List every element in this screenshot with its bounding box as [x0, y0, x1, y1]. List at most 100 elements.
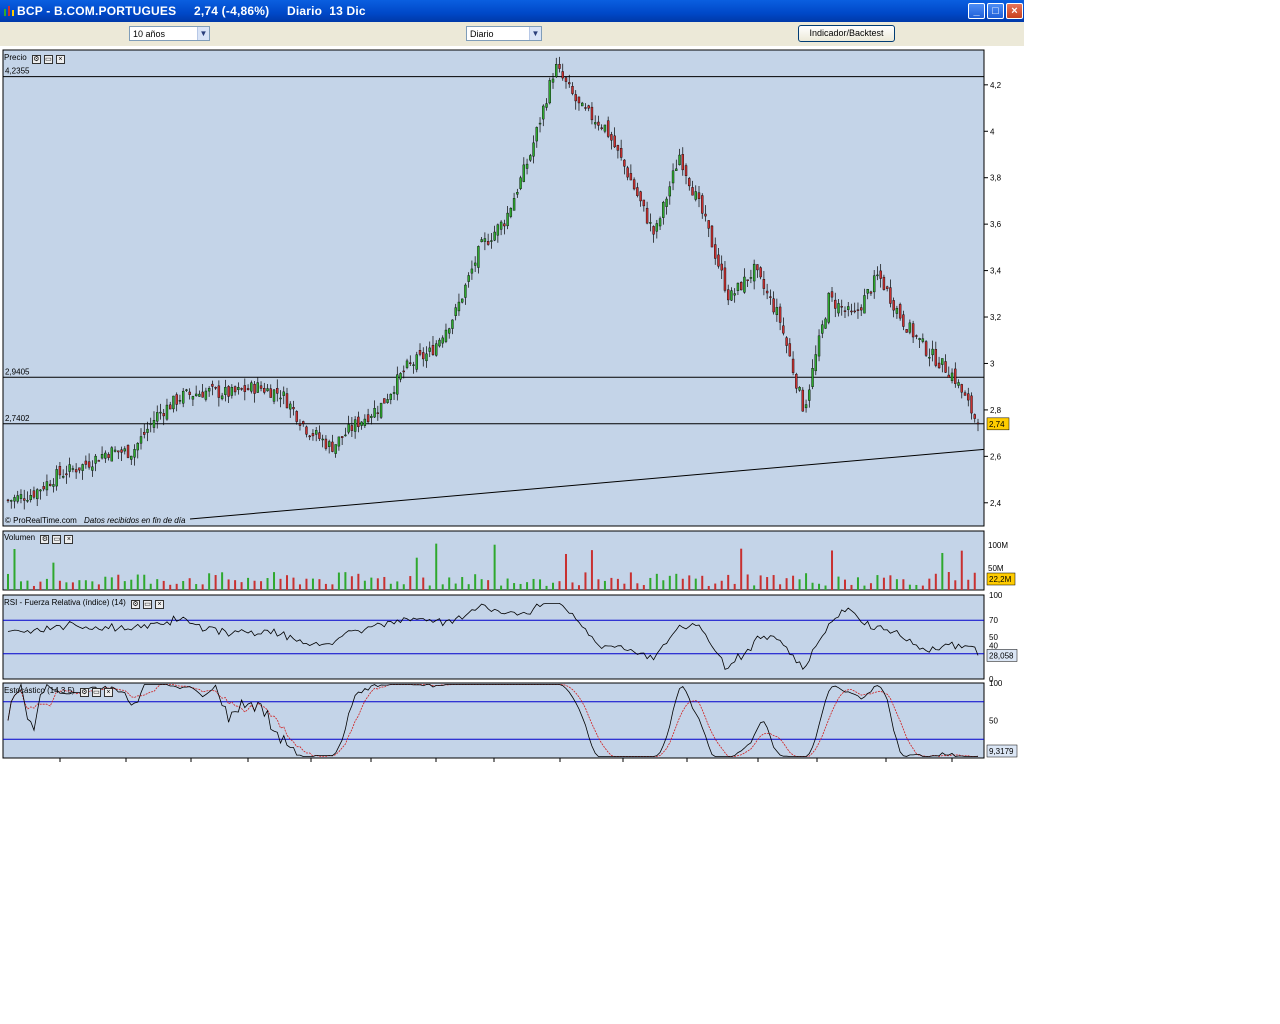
volume-bar [746, 574, 749, 590]
close-button[interactable]: × [1006, 3, 1023, 19]
candle-body [947, 374, 951, 378]
volume-bar [701, 575, 704, 590]
chevron-down-icon[interactable]: ▼ [197, 27, 209, 40]
y-tick-label: 4,2 [990, 81, 1002, 90]
candle-body [506, 212, 509, 227]
window-icon[interactable]: ▭ [91, 688, 101, 697]
volume-bar [19, 581, 22, 590]
volume-bar [967, 579, 970, 590]
candle-body [814, 354, 817, 372]
volume-bar [26, 580, 29, 590]
maximize-button[interactable]: □ [987, 3, 1004, 19]
candle-body [480, 239, 483, 243]
candle-body [963, 392, 967, 396]
candle-body [561, 71, 564, 79]
candle-body [120, 449, 123, 453]
candle-body [503, 223, 506, 227]
volume-bar [895, 579, 898, 590]
candle-body [931, 348, 934, 356]
chevron-down-icon[interactable]: ▼ [529, 27, 541, 40]
candle-body [658, 218, 662, 227]
candle-body [898, 304, 902, 319]
candle-body [409, 362, 412, 364]
candle-body [246, 388, 250, 391]
candle-body [843, 310, 847, 312]
close-panel-icon[interactable]: × [55, 55, 65, 64]
candle-body [623, 159, 626, 167]
x-tick-label: Mar [364, 765, 378, 766]
volume-bar [45, 578, 48, 590]
volume-bar [422, 577, 425, 590]
price-panel-header: Precio ⚙ ▭ × [4, 52, 65, 64]
candle-body [756, 264, 759, 271]
candle-body [344, 434, 347, 437]
candle-body [87, 461, 91, 468]
volume-bar [298, 584, 301, 590]
candle-body [769, 296, 772, 298]
stoch-panel-title: Estocástico (14 3 5) [4, 686, 75, 695]
candle-body [542, 105, 545, 120]
volume-bar [526, 582, 529, 590]
candle-body [441, 337, 444, 344]
chart-canvas[interactable]: 4,2355 2,9405 2,7402 4,2 4 3,8 3,6 3,4 3,2 3 2,8 2,… [0, 46, 1024, 766]
volume-bar [357, 573, 360, 590]
rsi-panel-header: RSI - Fuerza Relativa (índice) (14) ⚙ ▭ × [4, 597, 165, 609]
window-icon[interactable]: ▭ [143, 600, 153, 609]
close-panel-icon[interactable]: × [64, 535, 74, 544]
wrench-icon[interactable]: ⚙ [31, 55, 41, 64]
candle-body [269, 388, 272, 398]
volume-bar [337, 572, 340, 590]
period-select[interactable]: 10 años ▼ [129, 26, 210, 41]
close-panel-icon[interactable]: × [155, 600, 165, 609]
candle-body [94, 455, 97, 464]
wrench-icon[interactable]: ⚙ [131, 600, 141, 609]
candle-body [110, 447, 114, 462]
volume-bar [733, 583, 736, 590]
candle-body [159, 411, 162, 414]
close-panel-icon[interactable]: × [103, 688, 113, 697]
window-icon[interactable]: ▭ [43, 55, 53, 64]
candle-body [78, 467, 81, 471]
candle-body [282, 391, 285, 396]
candle-body [772, 298, 775, 313]
candle-body [139, 436, 143, 444]
volume-bar [792, 575, 795, 590]
volume-bar [110, 577, 113, 590]
volume-bar [104, 576, 107, 590]
candle-body [752, 263, 756, 282]
volume-bar [720, 580, 723, 590]
volume-bar [480, 579, 483, 590]
candle-body [610, 134, 613, 141]
candle-body [697, 192, 701, 199]
volume-bar [532, 578, 535, 590]
candle-body [220, 395, 224, 400]
window-icon[interactable]: ▭ [52, 535, 62, 544]
candle-body [35, 489, 39, 500]
volume-bar [409, 576, 412, 590]
candle-body [486, 241, 490, 245]
candle-body [577, 96, 581, 104]
volume-bar [513, 583, 516, 590]
window-title-bar[interactable]: BCP - B.COM.PORTUGUES 2,74 (-4,86%) Diar… [0, 0, 1024, 22]
candle-body [590, 106, 594, 121]
candle-body [795, 373, 798, 389]
candle-body [337, 436, 341, 447]
minimize-button[interactable]: _ [968, 3, 985, 19]
candle-body [775, 307, 779, 316]
candle-body [327, 441, 331, 447]
candle-body [730, 290, 733, 301]
wrench-icon[interactable]: ⚙ [79, 688, 89, 697]
candle-body [292, 407, 295, 410]
candle-body [629, 173, 633, 181]
price-panel [2, 49, 985, 527]
volume-panel-title: Volumen [4, 533, 36, 542]
volume-bar [428, 585, 431, 590]
interval-select[interactable]: Diario ▼ [466, 26, 542, 41]
volume-bar [415, 557, 418, 590]
volume-bar [461, 577, 464, 590]
indicator-backtest-button[interactable]: Indicador/Backtest [798, 25, 895, 42]
wrench-icon[interactable]: ⚙ [40, 535, 50, 544]
candle-body [950, 372, 954, 382]
candle-body [438, 339, 441, 347]
candle-body [477, 246, 480, 268]
